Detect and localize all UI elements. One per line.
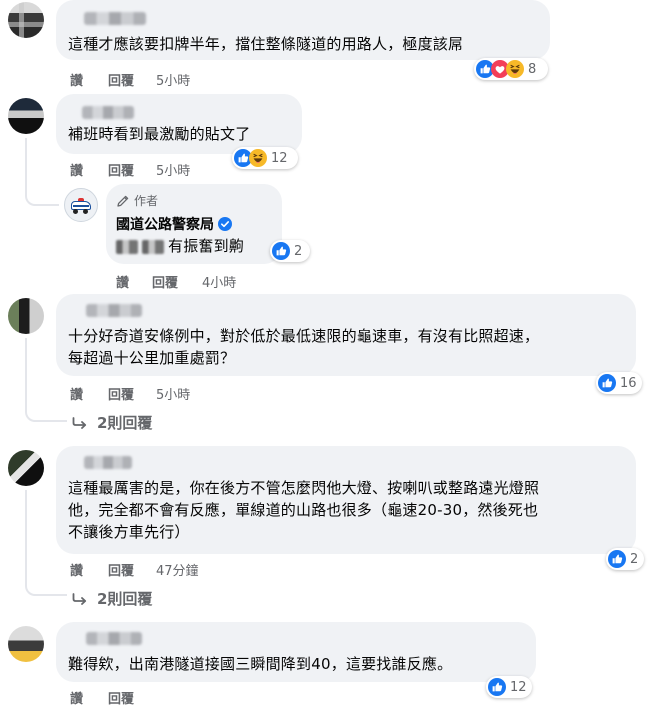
like-button[interactable]: 讚 bbox=[116, 272, 129, 291]
reply-button[interactable]: 回覆 bbox=[108, 384, 134, 403]
like-icon bbox=[608, 550, 626, 568]
mention-blurred[interactable] bbox=[142, 239, 164, 254]
commenter-name-blurred[interactable] bbox=[86, 304, 142, 317]
avatar[interactable] bbox=[8, 98, 44, 134]
page-name[interactable]: 國道公路警察局 bbox=[116, 214, 232, 234]
timestamp[interactable]: 5小時 bbox=[156, 160, 190, 179]
reaction-count: 16 bbox=[620, 375, 637, 391]
reply-bubble: 作者 國道公路警察局 有振奮到齁 bbox=[106, 184, 282, 264]
timestamp[interactable]: 47分鐘 bbox=[156, 560, 199, 579]
like-button[interactable]: 讚 bbox=[70, 70, 83, 89]
comment-text: 這種才應該要扣牌半年，擋住整條隧道的用路人，極度該屌 bbox=[68, 35, 464, 53]
reaction-summary[interactable]: 8 bbox=[474, 58, 548, 80]
thread-line bbox=[25, 490, 27, 570]
comment-text-line: 每超過十公里加重處罰？ bbox=[68, 349, 236, 367]
view-replies-label: 2則回覆 bbox=[97, 590, 153, 608]
comment-bubble: 這種最厲害的是，你在後方不管怎麼閃他大燈、按喇叭或整路遠光燈照 他，完全都不會有… bbox=[56, 446, 636, 554]
comment-bubble: 十分好奇道安條例中，對於低於最低速限的龜速車，有沒有比照超速， 每超過十公里加重… bbox=[56, 294, 636, 376]
reaction-count: 12 bbox=[271, 150, 288, 166]
reply-text: 有振奮到齁 bbox=[116, 236, 244, 257]
car-wheel bbox=[83, 209, 88, 214]
reaction-summary[interactable]: 2 bbox=[270, 240, 310, 262]
comment-text-line: 他，完全都不會有反應，單線道的山路也很多（龜速20-30，然後死也 bbox=[68, 501, 539, 519]
reaction-summary[interactable]: 16 bbox=[596, 372, 642, 394]
like-icon bbox=[598, 374, 616, 392]
like-icon bbox=[272, 242, 290, 260]
commenter-name-blurred[interactable] bbox=[84, 456, 132, 469]
comment-actions: 讚 回覆 bbox=[70, 688, 270, 707]
reply-button[interactable]: 回覆 bbox=[108, 688, 134, 707]
mention-blurred[interactable] bbox=[116, 239, 138, 254]
comment-bubble: 這種才應該要扣牌半年，擋住整條隧道的用路人，極度該屌 bbox=[56, 0, 550, 60]
avatar[interactable] bbox=[8, 2, 44, 38]
view-replies-button[interactable]: 2則回覆 bbox=[72, 588, 152, 609]
reply-text-content: 有振奮到齁 bbox=[168, 237, 245, 255]
comment-actions: 讚 回覆 47分鐘 bbox=[70, 560, 270, 579]
reply-arrow-icon bbox=[72, 416, 87, 429]
comment-bubble: 補班時看到最激勵的貼文了 bbox=[56, 94, 302, 154]
view-replies-button[interactable]: 2則回覆 bbox=[72, 412, 152, 433]
thread-connector bbox=[25, 188, 59, 206]
view-replies-label: 2則回覆 bbox=[97, 414, 153, 432]
author-label: 作者 bbox=[134, 194, 159, 208]
like-icon bbox=[488, 678, 506, 696]
reaction-count: 2 bbox=[294, 243, 303, 259]
reply-actions: 讚 回覆 4小時 bbox=[116, 272, 316, 291]
page-name-text: 國道公路警察局 bbox=[116, 217, 214, 233]
commenter-name-blurred[interactable] bbox=[82, 106, 134, 119]
reaction-count: 12 bbox=[510, 679, 527, 695]
like-button[interactable]: 讚 bbox=[70, 560, 83, 579]
avatar[interactable] bbox=[8, 626, 44, 662]
avatar[interactable] bbox=[8, 450, 44, 486]
thread-connector bbox=[25, 570, 67, 596]
comment-text-line: 這種最厲害的是，你在後方不管怎麼閃他大燈、按喇叭或整路遠光燈照 bbox=[68, 479, 540, 497]
thread-connector bbox=[25, 402, 67, 422]
comment-text: 難得欸，出南港隧道接國三瞬間降到40，這要找誰反應。 bbox=[68, 655, 453, 673]
comment-bubble: 難得欸，出南港隧道接國三瞬間降到40，這要找誰反應。 bbox=[56, 622, 536, 682]
reply-arrow-icon bbox=[72, 592, 87, 605]
reaction-count: 2 bbox=[630, 551, 639, 567]
comment-actions: 讚 回覆 5小時 bbox=[70, 384, 270, 403]
commenter-name-blurred[interactable] bbox=[86, 632, 142, 645]
comment-text-line: 不讓後方車先行） bbox=[68, 523, 190, 541]
verified-badge-icon bbox=[218, 217, 232, 231]
reaction-summary[interactable]: 12 bbox=[486, 676, 532, 698]
reply-button[interactable]: 回覆 bbox=[108, 160, 134, 179]
car-stripe bbox=[73, 205, 89, 207]
comment-text: 補班時看到最激勵的貼文了 bbox=[68, 125, 251, 143]
timestamp[interactable]: 5小時 bbox=[156, 384, 190, 403]
comment-actions: 讚 回覆 5小時 bbox=[70, 160, 270, 179]
thread-line bbox=[25, 338, 27, 402]
reply-button[interactable]: 回覆 bbox=[108, 70, 134, 89]
reply-button[interactable]: 回覆 bbox=[108, 560, 134, 579]
comment-actions: 讚 回覆 5小時 bbox=[70, 70, 270, 89]
timestamp[interactable]: 4小時 bbox=[202, 272, 236, 291]
car-wheel bbox=[73, 209, 78, 214]
author-badge: 作者 bbox=[116, 192, 158, 209]
thread-line bbox=[25, 138, 27, 188]
reaction-summary[interactable]: 2 bbox=[606, 548, 644, 570]
page-avatar[interactable] bbox=[64, 188, 98, 222]
haha-icon bbox=[506, 60, 524, 78]
pen-icon bbox=[117, 195, 129, 207]
like-button[interactable]: 讚 bbox=[70, 384, 83, 403]
reply-button[interactable]: 回覆 bbox=[152, 272, 178, 291]
like-button[interactable]: 讚 bbox=[70, 160, 83, 179]
commenter-name-blurred[interactable] bbox=[84, 12, 146, 25]
reaction-count: 8 bbox=[528, 61, 537, 77]
comment-text-line: 十分好奇道安條例中，對於低於最低速限的龜速車，有沒有比照超速， bbox=[68, 327, 540, 345]
like-button[interactable]: 讚 bbox=[70, 688, 83, 707]
timestamp[interactable]: 5小時 bbox=[156, 70, 190, 89]
avatar[interactable] bbox=[8, 298, 44, 334]
